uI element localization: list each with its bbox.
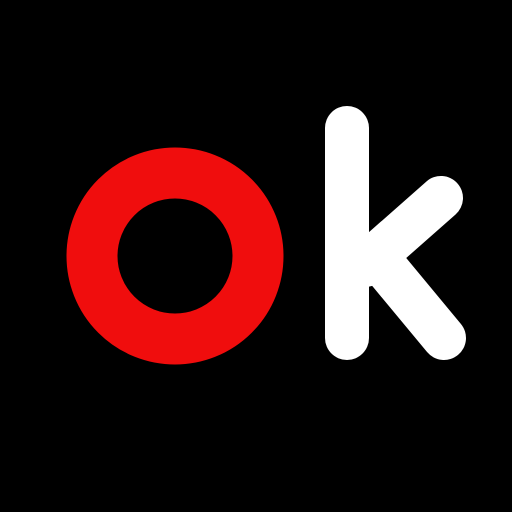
- ok-logo: [0, 0, 512, 512]
- app-icon: [0, 0, 512, 512]
